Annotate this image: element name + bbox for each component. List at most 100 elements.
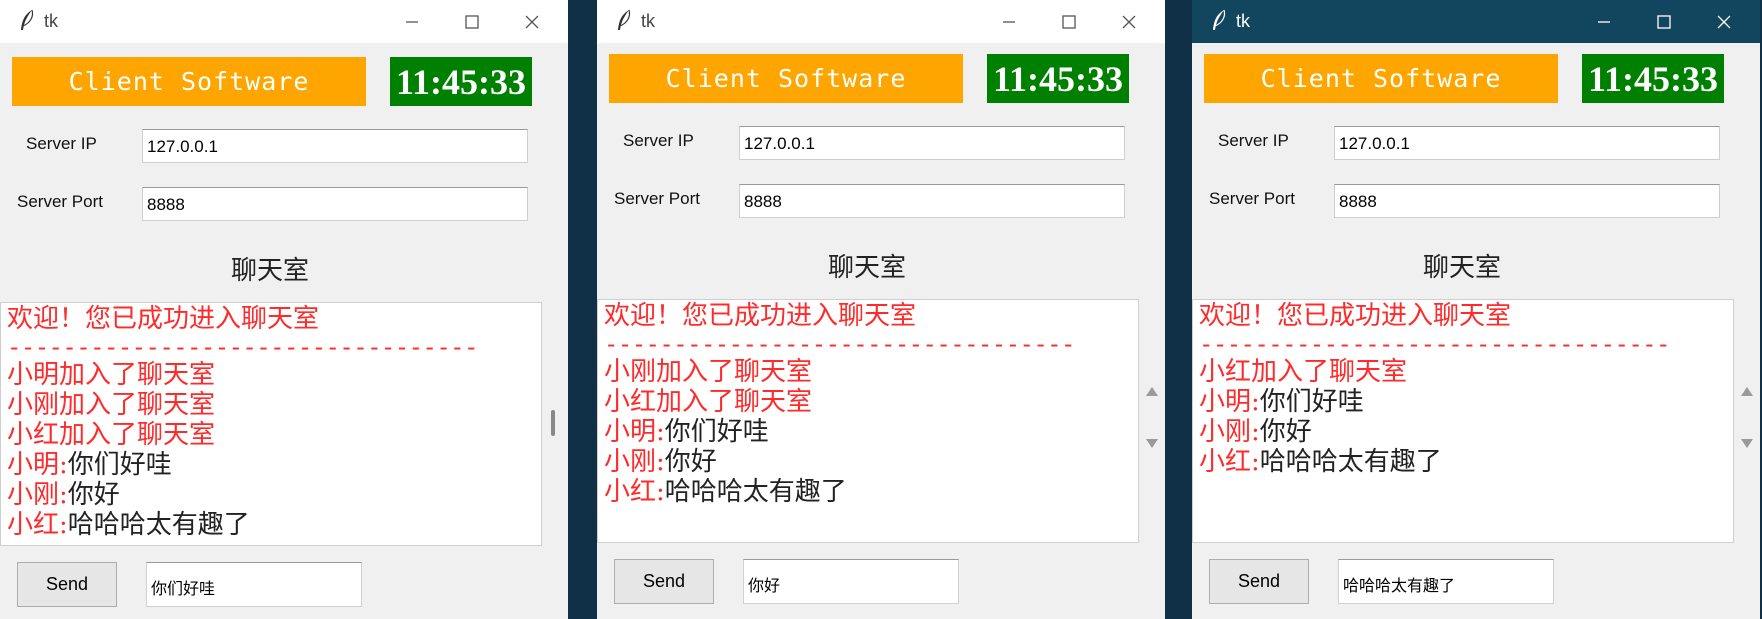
minimize-icon bbox=[1003, 20, 1015, 23]
chat-line: 小红加入了聊天室 bbox=[1199, 357, 1727, 387]
app-banner: Client Software bbox=[12, 57, 366, 106]
server-ip-input[interactable]: 127.0.0.1 bbox=[142, 129, 528, 163]
chat-scrollbar[interactable] bbox=[1141, 299, 1161, 543]
minimize-icon bbox=[406, 20, 418, 23]
chat-line-name: 小刚加入了聊天室 bbox=[604, 357, 813, 387]
chat-line: 小明:你们好哇 bbox=[1199, 387, 1727, 417]
welcome-message: 欢迎！您已成功进入聊天室 bbox=[1199, 301, 1512, 331]
chat-line-name: 小红加入了聊天室 bbox=[604, 387, 813, 417]
clock-display: 11:45:33 bbox=[390, 57, 532, 106]
chat-line: 小红加入了聊天室 bbox=[604, 387, 1132, 417]
title-bar[interactable]: tk bbox=[1192, 0, 1760, 43]
chat-line: 小红:哈哈哈太有趣了 bbox=[1199, 447, 1727, 477]
server-ip-input[interactable]: 127.0.0.1 bbox=[1334, 126, 1720, 160]
clock-display: 11:45:33 bbox=[1582, 54, 1724, 103]
chat-room-title: 聊天室 bbox=[827, 253, 906, 283]
chat-line-text: 你好 bbox=[664, 447, 717, 477]
chat-room-title: 聊天室 bbox=[230, 256, 309, 286]
chat-line-name: 小刚: bbox=[7, 480, 68, 510]
maximize-icon bbox=[1062, 14, 1076, 29]
chat-line-text: 你们好哇 bbox=[67, 450, 172, 480]
maximize-button[interactable] bbox=[1634, 0, 1694, 43]
close-button[interactable] bbox=[1694, 0, 1754, 43]
chat-line-name: 小红: bbox=[7, 510, 68, 540]
chat-scrollbar[interactable] bbox=[544, 302, 564, 546]
chat-line-name: 小明加入了聊天室 bbox=[7, 360, 216, 390]
welcome-message: 欢迎！您已成功进入聊天室 bbox=[7, 304, 320, 334]
chat-line-text: 哈哈哈太有趣了 bbox=[1259, 447, 1442, 477]
chat-log[interactable]: 欢迎！您已成功进入聊天室 ---------------------------… bbox=[0, 302, 542, 546]
app-banner: Client Software bbox=[609, 54, 963, 103]
server-ip-label: Server IP bbox=[623, 131, 694, 150]
chat-log[interactable]: 欢迎！您已成功进入聊天室 ---------------------------… bbox=[597, 299, 1139, 543]
send-button[interactable]: Send bbox=[17, 562, 117, 607]
scroll-down-icon[interactable] bbox=[1741, 439, 1753, 448]
client-window-2: tk Client Software 11:45:33 Server IP 12… bbox=[597, 0, 1165, 619]
chat-line-name: 小红: bbox=[604, 477, 665, 507]
scroll-up-icon[interactable] bbox=[1146, 387, 1158, 396]
close-button[interactable] bbox=[1099, 0, 1159, 43]
client-window-1: tk Client Software 11:45:33 Server IP 12… bbox=[0, 0, 568, 619]
feather-icon bbox=[618, 9, 631, 30]
clock-display: 11:45:33 bbox=[987, 54, 1129, 103]
send-button[interactable]: Send bbox=[614, 559, 714, 604]
close-icon bbox=[525, 15, 539, 28]
chat-line-name: 小刚: bbox=[604, 447, 665, 477]
app-banner: Client Software bbox=[1204, 54, 1558, 103]
server-port-label: Server Port bbox=[17, 192, 103, 211]
scrollbar-thumb[interactable] bbox=[551, 410, 555, 436]
server-port-input[interactable]: 8888 bbox=[142, 187, 528, 221]
server-port-input[interactable]: 8888 bbox=[1334, 184, 1720, 218]
message-input[interactable]: 你们好哇 bbox=[146, 562, 362, 607]
message-input[interactable]: 哈哈哈太有趣了 bbox=[1338, 559, 1554, 604]
chat-line-name: 小刚: bbox=[1199, 417, 1260, 447]
server-ip-input[interactable]: 127.0.0.1 bbox=[739, 126, 1125, 160]
chat-line-name: 小明: bbox=[7, 450, 68, 480]
welcome-message: 欢迎！您已成功进入聊天室 bbox=[604, 301, 917, 331]
title-bar[interactable]: tk bbox=[0, 0, 568, 43]
server-port-label: Server Port bbox=[1209, 189, 1295, 208]
server-port-input[interactable]: 8888 bbox=[739, 184, 1125, 218]
window-title: tk bbox=[641, 11, 656, 31]
chat-line: 小刚加入了聊天室 bbox=[7, 390, 535, 420]
chat-line: 小刚:你好 bbox=[7, 480, 535, 510]
close-icon bbox=[1122, 15, 1136, 28]
scroll-up-icon[interactable] bbox=[1741, 387, 1753, 396]
chat-line-name: 小明: bbox=[1199, 387, 1260, 417]
maximize-button[interactable] bbox=[442, 0, 502, 43]
background-terminal-fragment bbox=[568, 0, 598, 50]
maximize-button[interactable] bbox=[1039, 0, 1099, 43]
message-input[interactable]: 你好 bbox=[743, 559, 959, 604]
chat-log[interactable]: 欢迎！您已成功进入聊天室 ---------------------------… bbox=[1192, 299, 1734, 543]
chat-line-text: 你们好哇 bbox=[1259, 387, 1364, 417]
separator-line: ---------------------------------- bbox=[7, 333, 478, 361]
chat-line-name: 小红加入了聊天室 bbox=[7, 420, 216, 450]
chat-line: 小刚:你好 bbox=[604, 447, 1132, 477]
scroll-down-icon[interactable] bbox=[1146, 439, 1158, 448]
chat-line: 小红:哈哈哈太有趣了 bbox=[7, 510, 535, 540]
server-ip-label: Server IP bbox=[26, 134, 97, 153]
minimize-button[interactable] bbox=[382, 0, 442, 43]
minimize-button[interactable] bbox=[1574, 0, 1634, 43]
chat-line-name: 小红加入了聊天室 bbox=[1199, 357, 1408, 387]
separator-line: ---------------------------------- bbox=[604, 330, 1075, 358]
minimize-icon bbox=[1598, 20, 1610, 23]
minimize-button[interactable] bbox=[979, 0, 1039, 43]
chat-line: 小刚:你好 bbox=[1199, 417, 1727, 447]
chat-line-name: 小红: bbox=[1199, 447, 1260, 477]
close-button[interactable] bbox=[502, 0, 562, 43]
chat-line: 小明加入了聊天室 bbox=[7, 360, 535, 390]
separator-line: ---------------------------------- bbox=[1199, 330, 1670, 358]
send-button[interactable]: Send bbox=[1209, 559, 1309, 604]
chat-line-text: 你好 bbox=[67, 480, 120, 510]
chat-line: 小红加入了聊天室 bbox=[7, 420, 535, 450]
window-title: tk bbox=[44, 11, 59, 31]
title-bar[interactable]: tk bbox=[597, 0, 1165, 43]
server-ip-label: Server IP bbox=[1218, 131, 1289, 150]
maximize-icon bbox=[465, 14, 479, 29]
feather-icon bbox=[21, 9, 34, 30]
chat-room-title: 聊天室 bbox=[1422, 253, 1501, 283]
chat-scrollbar[interactable] bbox=[1736, 299, 1756, 543]
maximize-icon bbox=[1657, 14, 1671, 29]
chat-line-text: 你们好哇 bbox=[664, 417, 769, 447]
